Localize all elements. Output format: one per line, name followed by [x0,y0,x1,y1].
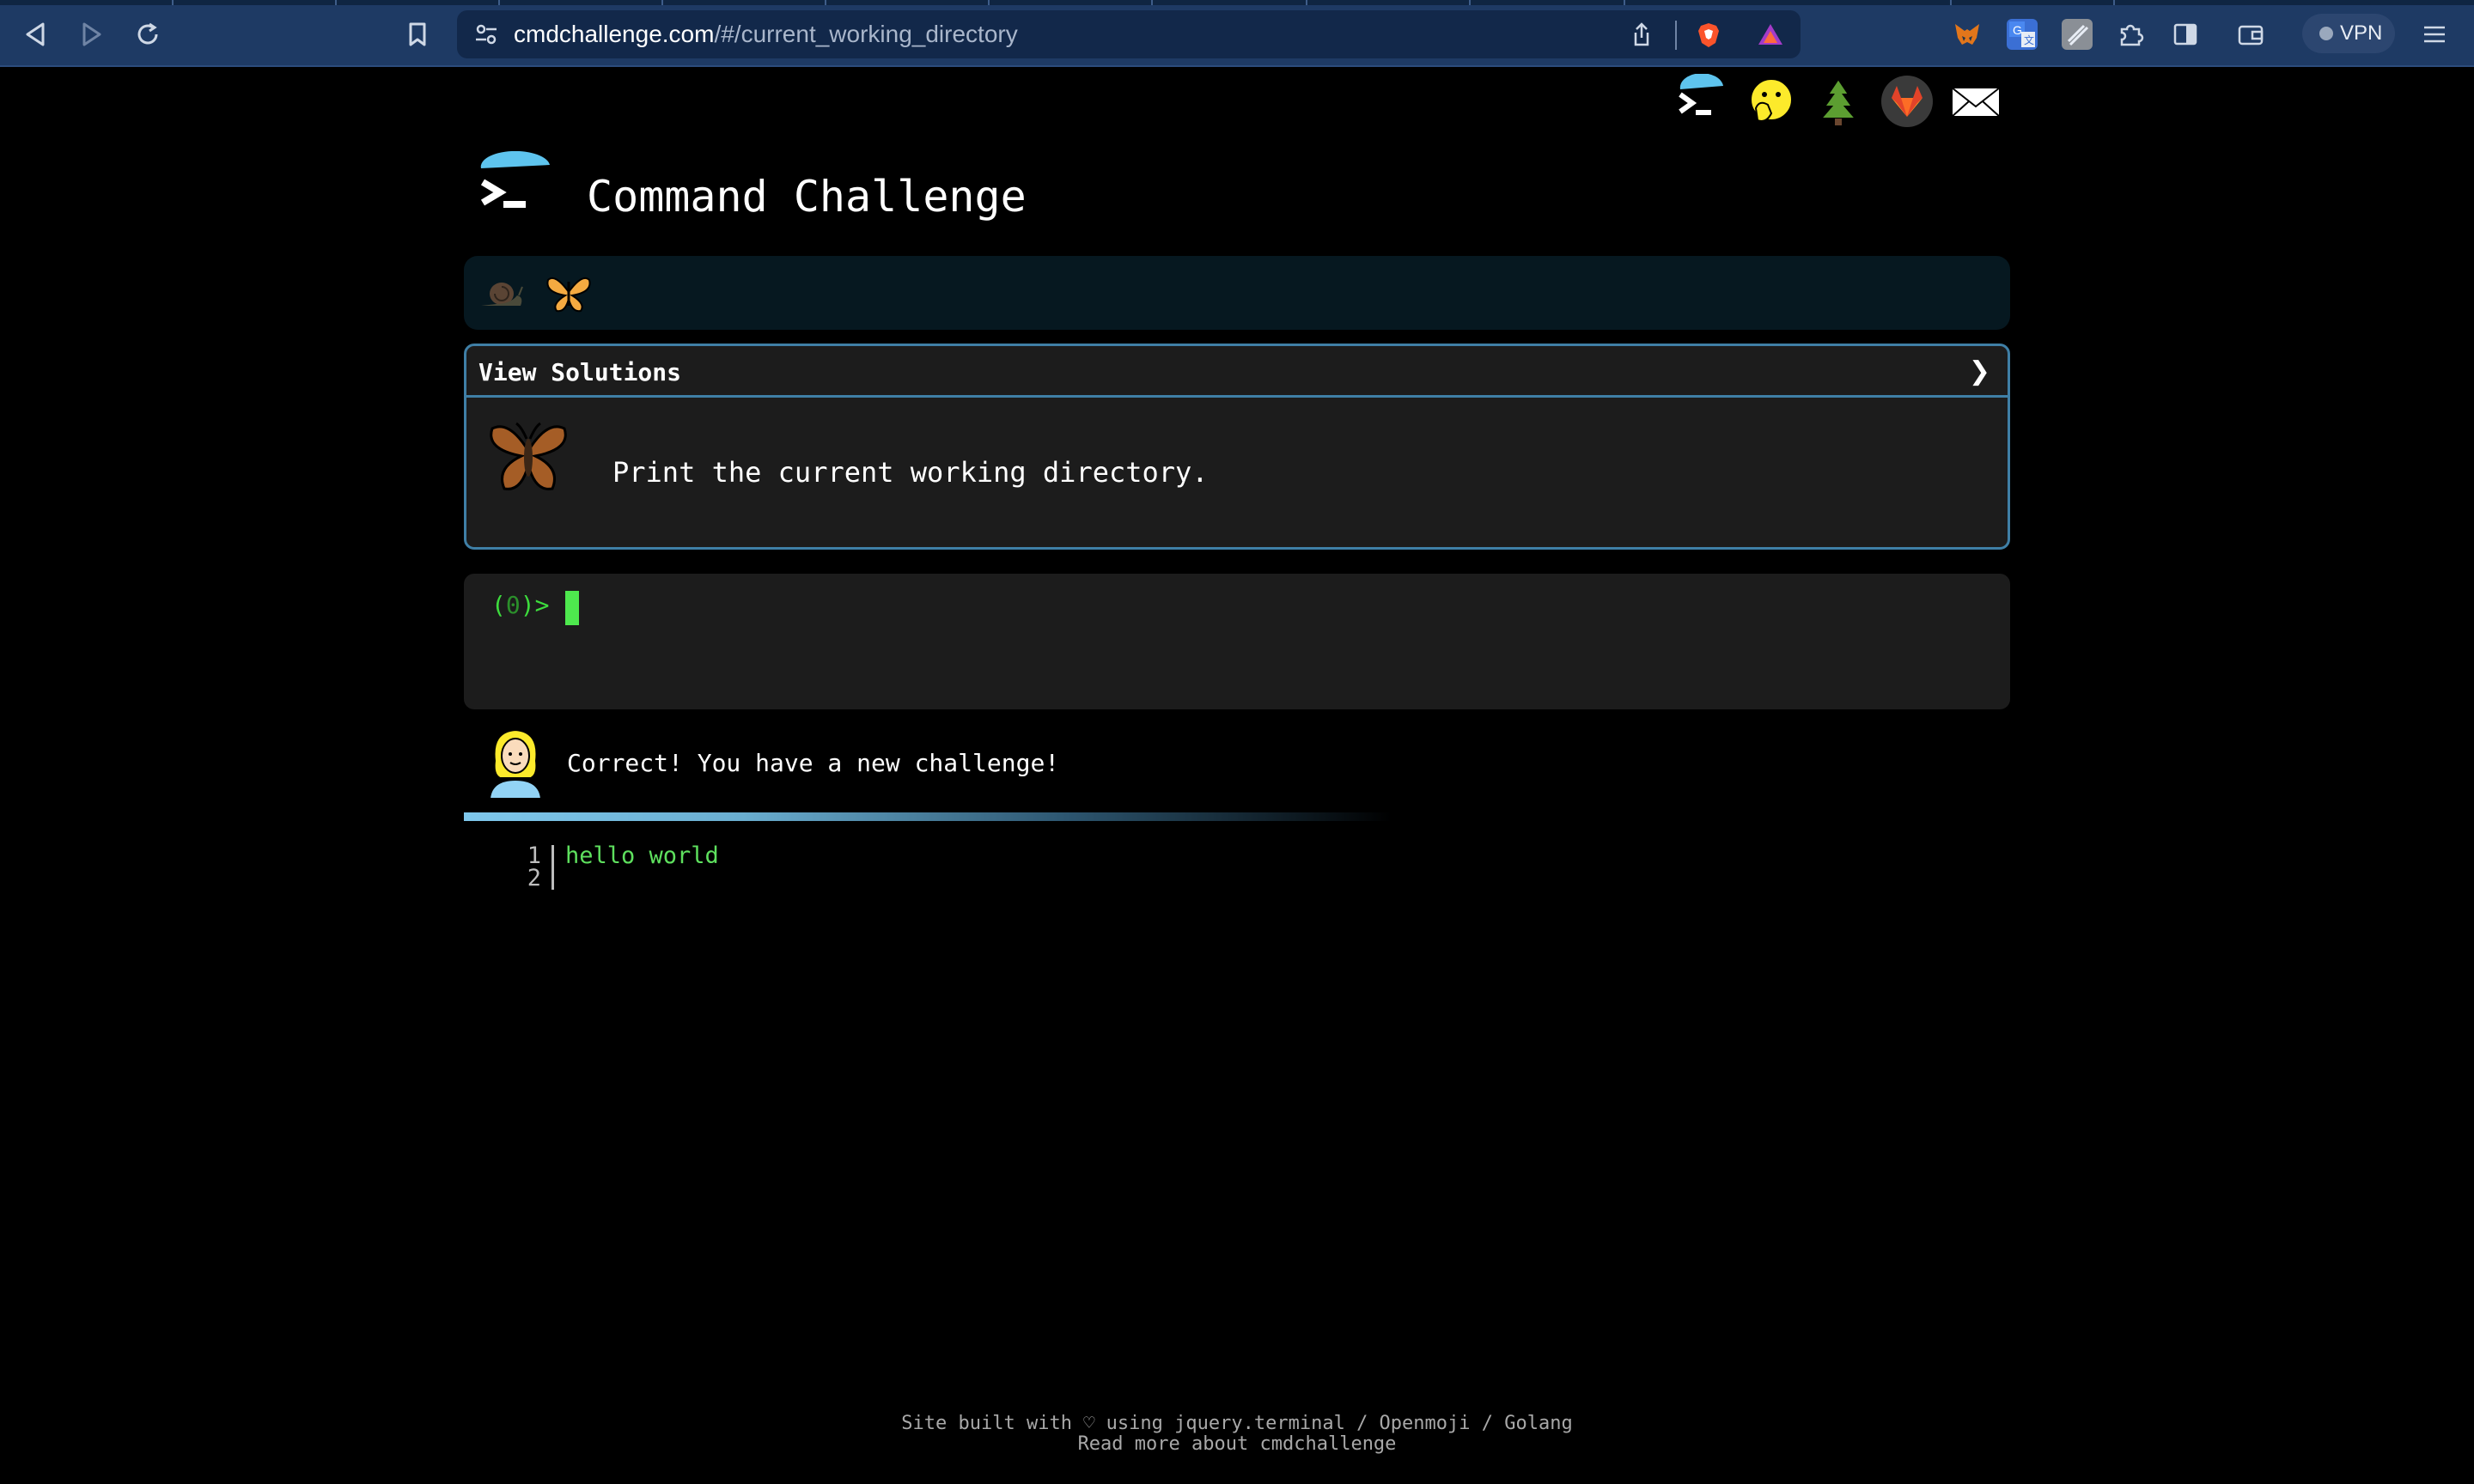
page-title: Command Challenge [587,172,1027,222]
menu-icon[interactable] [2419,19,2450,50]
view-solutions-toggle[interactable]: View Solutions ❯ [466,346,2008,398]
notes-extension-icon[interactable] [2062,19,2093,50]
butterfly-icon [484,415,573,497]
view-solutions-label: View Solutions [478,358,682,386]
tab-strip [0,0,2474,5]
gitlab-icon[interactable] [1880,74,1935,129]
woman-avatar-icon [486,727,545,800]
line-number: 2 [527,865,541,891]
url-host: cmdchallenge.com [514,21,715,47]
footer-about-link[interactable]: Read more about cmdchallenge [0,1434,2474,1455]
prompt-close: )> [520,591,550,619]
terminal[interactable]: (0)> [464,574,2010,709]
feedback-divider [464,812,1392,821]
url-path: /#/current_working_directory [714,21,1018,47]
terminal-cursor[interactable] [565,591,579,625]
butterfly-icon[interactable] [543,270,594,318]
back-button[interactable] [19,17,53,52]
vpn-button[interactable]: VPN [2302,14,2395,53]
site-settings-icon[interactable] [472,21,500,48]
share-icon[interactable] [1627,21,1656,50]
footer: Site built with ♡ using jquery.terminal … [0,1414,2474,1455]
vpn-label: VPN [2340,21,2383,45]
wallet-icon[interactable] [2235,19,2266,50]
line-gutter [551,867,554,890]
url-text[interactable]: cmdchallenge.com/#/current_working_direc… [514,10,1018,58]
challenge-progress-bar [464,256,2010,330]
reload-button[interactable] [131,17,165,52]
terminal-logo-icon[interactable] [1673,73,1728,129]
evergreen-tree-icon[interactable] [1811,74,1866,129]
prompt-open: ( [491,591,506,619]
forward-button[interactable] [74,17,108,52]
site-logo-icon [474,150,553,225]
svg-text:文: 文 [2024,33,2034,46]
footer-credits[interactable]: Site built with ♡ using jquery.terminal … [0,1414,2474,1434]
prompt-count: 0 [505,591,521,619]
line-gutter [551,845,554,867]
face-with-hand-over-mouth-icon[interactable] [1742,74,1797,129]
vpn-status-icon [2319,27,2333,40]
extensions-puzzle-icon[interactable] [2115,19,2146,50]
envelope-icon[interactable] [1948,74,2003,129]
brave-shields-icon[interactable] [1694,21,1723,50]
address-bar[interactable]: cmdchallenge.com/#/current_working_direc… [457,10,1801,58]
challenge-card: View Solutions ❯ Print the current worki… [464,344,2010,550]
svg-text:G: G [2013,23,2022,37]
terminal-prompt: (0)> [491,591,549,619]
feedback-message: Correct! You have a new challenge! [567,749,1060,777]
sidebar-toggle-icon[interactable] [2170,19,2201,50]
challenge-description: Print the current working directory. [612,456,1209,489]
chevron-right-icon: ❯ [1968,356,1990,386]
translate-icon[interactable]: G文 [2007,19,2038,50]
metamask-icon[interactable] [1952,19,1983,50]
snail-icon[interactable] [476,270,527,318]
line-text: hello world [565,842,719,869]
brave-rewards-icon[interactable] [1756,21,1785,50]
url-separator [1675,21,1677,50]
browser-toolbar: cmdchallenge.com/#/current_working_direc… [0,0,2474,67]
bookmark-icon[interactable] [400,17,435,52]
